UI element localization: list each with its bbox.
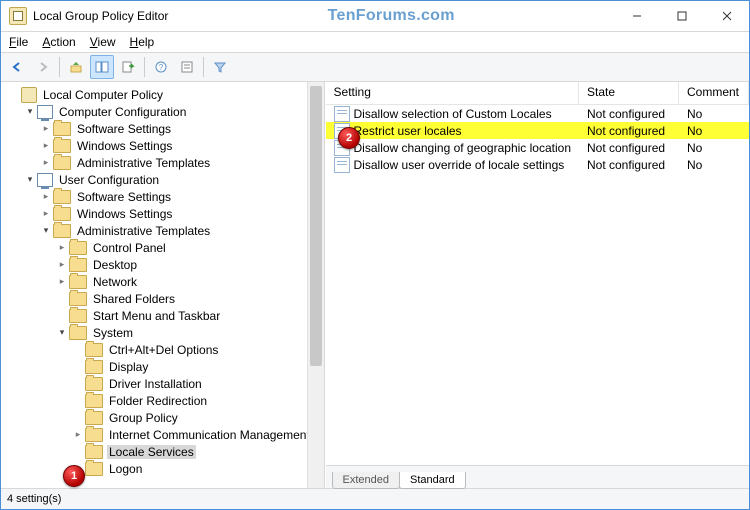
- tree-scrollbar[interactable]: [307, 82, 324, 488]
- callout-2: 2: [338, 127, 360, 149]
- computer-icon: [37, 105, 53, 119]
- close-button[interactable]: [704, 1, 749, 31]
- statusbar: 4 setting(s): [1, 488, 749, 509]
- tree-locale-services[interactable]: Locale Services: [7, 443, 324, 460]
- properties-button[interactable]: [175, 55, 199, 79]
- folder-icon: [69, 309, 87, 323]
- policy-icon: [21, 87, 37, 103]
- toolbar: ?: [1, 53, 749, 82]
- maximize-button[interactable]: [659, 1, 704, 31]
- tree-driver[interactable]: Driver Installation: [7, 375, 324, 392]
- menubar: File Action View Help: [1, 32, 749, 53]
- tab-extended[interactable]: Extended: [332, 472, 400, 489]
- svg-text:?: ?: [159, 63, 164, 72]
- list-body: Disallow selection of Custom Locales Not…: [326, 105, 749, 465]
- back-button[interactable]: [5, 55, 29, 79]
- list-header: Setting State Comment: [326, 82, 749, 105]
- help-button[interactable]: ?: [149, 55, 173, 79]
- folder-icon: [85, 445, 103, 459]
- folder-icon: [53, 224, 71, 238]
- menu-help[interactable]: Help: [130, 35, 155, 49]
- setting-row[interactable]: Disallow selection of Custom Locales Not…: [326, 105, 749, 122]
- scrollbar-thumb[interactable]: [310, 86, 322, 366]
- status-text: 4 setting(s): [7, 493, 61, 505]
- tree-display[interactable]: Display: [7, 358, 324, 375]
- folder-icon: [85, 428, 103, 442]
- folder-icon: [69, 241, 87, 255]
- folder-icon: [53, 190, 71, 204]
- folder-icon: [53, 122, 71, 136]
- folder-icon: [69, 326, 87, 340]
- tree-computer-config[interactable]: ▾Computer Configuration: [7, 103, 324, 120]
- menu-view[interactable]: View: [90, 35, 116, 49]
- tree-start-menu[interactable]: Start Menu and Taskbar: [7, 307, 324, 324]
- setting-row[interactable]: Disallow changing of geographic location…: [326, 139, 749, 156]
- tree-shared-folders[interactable]: Shared Folders: [7, 290, 324, 307]
- folder-icon: [85, 360, 103, 374]
- watermark: TenForums.com: [168, 7, 614, 25]
- tree-cc-windows[interactable]: ▸Windows Settings: [7, 137, 324, 154]
- folder-icon: [69, 292, 87, 306]
- folder-icon: [85, 462, 103, 476]
- tree-cad[interactable]: Ctrl+Alt+Del Options: [7, 341, 324, 358]
- col-comment[interactable]: Comment: [679, 82, 749, 104]
- menu-action[interactable]: Action: [42, 35, 75, 49]
- tree-uc-admin[interactable]: ▾Administrative Templates: [7, 222, 324, 239]
- setting-icon: [334, 157, 350, 173]
- titlebar: Local Group Policy Editor TenForums.com: [1, 1, 749, 32]
- up-button[interactable]: [64, 55, 88, 79]
- col-state[interactable]: State: [579, 82, 679, 104]
- folder-icon: [53, 207, 71, 221]
- tree-folder-redir[interactable]: Folder Redirection: [7, 392, 324, 409]
- folder-icon: [85, 394, 103, 408]
- tree-system[interactable]: ▾System: [7, 324, 324, 341]
- setting-row-highlighted[interactable]: Restrict user locales Not configured No: [326, 122, 749, 139]
- computer-icon: [37, 173, 53, 187]
- tree-uc-windows[interactable]: ▸Windows Settings: [7, 205, 324, 222]
- tree-network[interactable]: ▸Network: [7, 273, 324, 290]
- tree-logon[interactable]: Logon: [7, 460, 324, 477]
- folder-icon: [69, 258, 87, 272]
- tree-pane: Local Computer Policy ▾Computer Configur…: [1, 82, 325, 488]
- tree-cc-admin[interactable]: ▸Administrative Templates: [7, 154, 324, 171]
- minimize-button[interactable]: [614, 1, 659, 31]
- tree-user-config[interactable]: ▾User Configuration: [7, 171, 324, 188]
- show-hide-tree-button[interactable]: [90, 55, 114, 79]
- folder-icon: [53, 139, 71, 153]
- view-tabs: Extended Standard: [326, 465, 749, 488]
- tree-desktop[interactable]: ▸Desktop: [7, 256, 324, 273]
- tree-control-panel[interactable]: ▸Control Panel: [7, 239, 324, 256]
- folder-icon: [85, 377, 103, 391]
- tab-standard[interactable]: Standard: [399, 472, 466, 489]
- col-setting[interactable]: Setting: [326, 82, 579, 104]
- folder-icon: [85, 343, 103, 357]
- setting-icon: [334, 106, 350, 122]
- tree[interactable]: Local Computer Policy ▾Computer Configur…: [1, 82, 324, 488]
- forward-button[interactable]: [31, 55, 55, 79]
- tree-group-policy[interactable]: Group Policy: [7, 409, 324, 426]
- setting-row[interactable]: Disallow user override of locale setting…: [326, 156, 749, 173]
- gp-editor-window: Local Group Policy Editor TenForums.com …: [0, 0, 750, 510]
- app-icon: [9, 7, 27, 25]
- filter-button[interactable]: [208, 55, 232, 79]
- export-button[interactable]: [116, 55, 140, 79]
- tree-root[interactable]: Local Computer Policy: [7, 86, 324, 103]
- tree-uc-software[interactable]: ▸Software Settings: [7, 188, 324, 205]
- folder-icon: [69, 275, 87, 289]
- window-title: Local Group Policy Editor: [33, 9, 168, 23]
- tree-cc-software[interactable]: ▸Software Settings: [7, 120, 324, 137]
- callout-1: 1: [63, 465, 85, 487]
- folder-icon: [85, 411, 103, 425]
- tree-icm[interactable]: ▸Internet Communication Management: [7, 426, 324, 443]
- menu-file[interactable]: File: [9, 35, 28, 49]
- folder-icon: [53, 156, 71, 170]
- settings-pane: Setting State Comment Disallow selection…: [325, 82, 749, 488]
